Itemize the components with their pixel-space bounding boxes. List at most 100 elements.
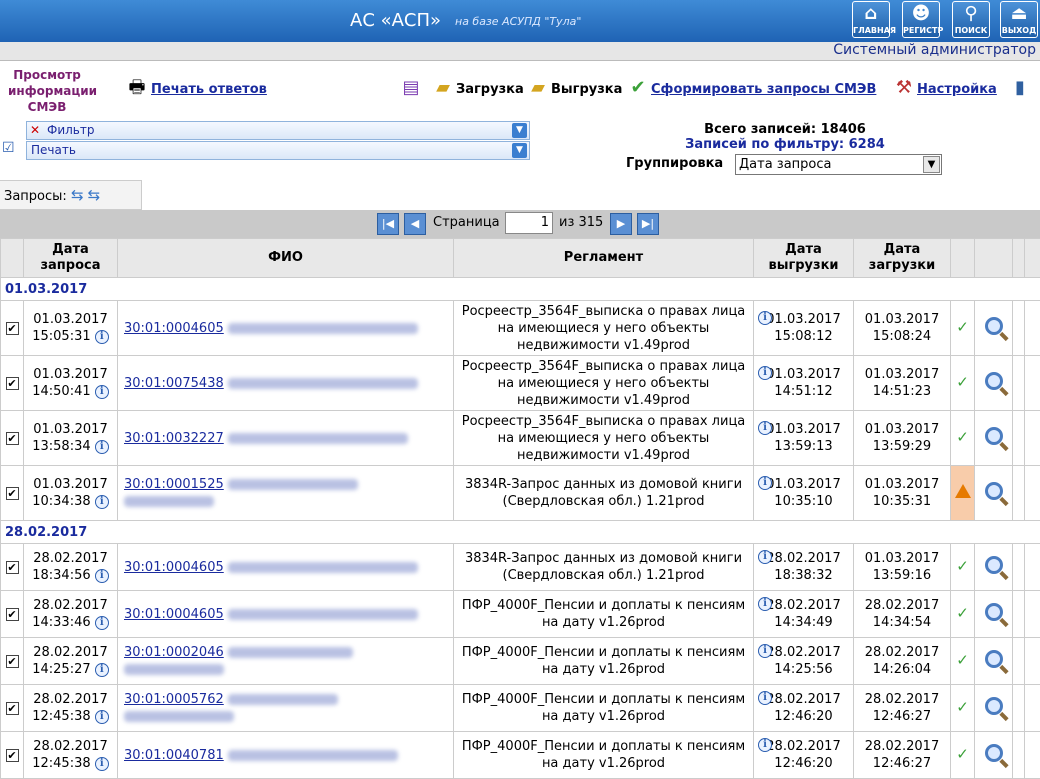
person-link[interactable]: 30:01:0040781 bbox=[124, 748, 224, 763]
info-icon[interactable]: i bbox=[758, 644, 772, 658]
person-link[interactable]: 30:01:0004605 bbox=[124, 560, 224, 575]
magnifier-icon[interactable] bbox=[985, 556, 1003, 574]
table-row[interactable]: ✔28.02.201718:34:56 i30:01:0004605 3834R… bbox=[1, 544, 1040, 591]
person-link[interactable]: 30:01:0002046 bbox=[124, 645, 224, 660]
form-requests-link[interactable]: Сформировать запросы СМЭВ bbox=[651, 82, 876, 97]
person-link[interactable]: 30:01:0075438 bbox=[124, 376, 224, 391]
person-link[interactable]: 30:01:0004605 bbox=[124, 321, 224, 336]
info-icon[interactable]: i bbox=[95, 385, 109, 399]
table-row[interactable]: ✔01.03.201710:34:38 i30:01:0001525 3834R… bbox=[1, 466, 1040, 521]
printer-icon[interactable]: 🖶 bbox=[126, 77, 148, 99]
row-checkbox[interactable]: ✔ bbox=[6, 487, 19, 500]
request-time: 18:34:56 bbox=[32, 568, 90, 583]
magnifier-icon[interactable] bbox=[985, 482, 1003, 500]
chevron-down-icon[interactable]: ▼ bbox=[512, 123, 527, 138]
upload-button[interactable]: Загрузка bbox=[456, 82, 524, 97]
info-icon[interactable]: i bbox=[758, 691, 772, 705]
col-fio[interactable]: ФИО bbox=[118, 239, 454, 278]
search-icon: ⚲ bbox=[953, 2, 989, 26]
magnifier-icon[interactable] bbox=[985, 744, 1003, 762]
col-export-date[interactable]: Дата выгрузки bbox=[754, 239, 854, 278]
home-button[interactable]: ⌂ГЛАВНАЯ bbox=[852, 1, 890, 38]
print-answers-link[interactable]: Печать ответов bbox=[151, 82, 267, 97]
clear-filter-icon[interactable]: ✕ bbox=[30, 122, 40, 139]
info-icon[interactable]: i bbox=[95, 616, 109, 630]
archive-icon[interactable]: ▤ bbox=[400, 77, 422, 99]
last-page-button[interactable]: ▶| bbox=[637, 213, 659, 235]
magnifier-icon[interactable] bbox=[985, 650, 1003, 668]
print-dropdown[interactable]: Печать ▼ bbox=[26, 141, 530, 160]
send-request-icon[interactable]: ⇆ bbox=[71, 186, 84, 204]
table-row[interactable]: ✔28.02.201714:33:46 i30:01:0004605 ПФР_4… bbox=[1, 591, 1040, 638]
magnifier-icon[interactable] bbox=[985, 372, 1003, 390]
redacted-name bbox=[228, 479, 358, 490]
page-input[interactable]: 1 bbox=[505, 212, 553, 234]
exit-door-icon[interactable]: ▮ bbox=[1009, 77, 1031, 99]
info-icon[interactable]: i bbox=[758, 550, 772, 564]
exit-button[interactable]: ⏏ВЫХОД bbox=[1000, 1, 1038, 38]
info-icon[interactable]: i bbox=[758, 597, 772, 611]
info-icon[interactable]: i bbox=[95, 440, 109, 454]
person-link[interactable]: 30:01:0032227 bbox=[124, 431, 224, 446]
chevron-down-icon[interactable]: ▼ bbox=[923, 156, 940, 173]
table-row[interactable]: ✔01.03.201715:05:31 i30:01:0004605 Росре… bbox=[1, 301, 1040, 356]
magnifier-icon[interactable] bbox=[985, 317, 1003, 335]
table-row[interactable]: ✔28.02.201714:25:27 i30:01:0002046 ПФР_4… bbox=[1, 638, 1040, 685]
row-checkbox[interactable]: ✔ bbox=[6, 322, 19, 335]
filter-dropdown[interactable]: ✕ Фильтр ▼ bbox=[26, 121, 530, 140]
prev-page-button[interactable]: ◀ bbox=[404, 213, 426, 235]
table-row[interactable]: ✔28.02.201712:45:38 i30:01:0040781 ПФР_4… bbox=[1, 732, 1040, 779]
info-icon[interactable]: i bbox=[758, 476, 772, 490]
request-date: 01.03.2017 bbox=[24, 366, 117, 383]
info-icon[interactable]: i bbox=[95, 757, 109, 771]
row-checkbox[interactable]: ✔ bbox=[6, 608, 19, 621]
col-import-date[interactable]: Дата загрузки bbox=[854, 239, 951, 278]
regulation-cell: 3834R-Запрос данных из домовой книги (Св… bbox=[454, 466, 754, 521]
person-link[interactable]: 30:01:0001525 bbox=[124, 477, 224, 492]
row-checkbox[interactable]: ✔ bbox=[6, 561, 19, 574]
table-row[interactable]: ✔01.03.201714:50:41 i30:01:0075438 Росре… bbox=[1, 356, 1040, 411]
chevron-down-icon[interactable]: ▼ bbox=[512, 143, 527, 158]
exit-icon: ⏏ bbox=[1001, 2, 1037, 26]
info-icon[interactable]: i bbox=[758, 311, 772, 325]
magnifier-icon[interactable] bbox=[985, 603, 1003, 621]
magnifier-icon[interactable] bbox=[985, 697, 1003, 715]
col-regulation[interactable]: Регламент bbox=[454, 239, 754, 278]
group-header-row: 28.02.2017 bbox=[1, 521, 1040, 544]
grouping-select[interactable]: Дата запроса ▼ bbox=[735, 154, 942, 175]
table-row[interactable]: ✔01.03.201713:58:34 i30:01:0032227 Росре… bbox=[1, 411, 1040, 466]
info-icon[interactable]: i bbox=[95, 495, 109, 509]
search-button[interactable]: ⚲ПОИСК bbox=[952, 1, 990, 38]
info-icon[interactable]: i bbox=[95, 330, 109, 344]
info-icon[interactable]: i bbox=[758, 366, 772, 380]
settings-link[interactable]: Настройка bbox=[917, 82, 997, 97]
info-icon[interactable]: i bbox=[758, 738, 772, 752]
import-time: 14:34:54 bbox=[854, 614, 950, 631]
check-all-icon[interactable]: ☑ bbox=[2, 140, 15, 156]
row-checkbox[interactable]: ✔ bbox=[6, 377, 19, 390]
info-icon[interactable]: i bbox=[95, 710, 109, 724]
export-time: 14:25:56 bbox=[754, 661, 853, 678]
row-checkbox[interactable]: ✔ bbox=[6, 655, 19, 668]
upload-folder-icon[interactable]: ▰ bbox=[432, 77, 454, 99]
redacted-name bbox=[228, 609, 418, 620]
receive-request-icon[interactable]: ⇆ bbox=[88, 186, 101, 204]
next-page-button[interactable]: ▶ bbox=[610, 213, 632, 235]
info-icon[interactable]: i bbox=[95, 663, 109, 677]
table-row[interactable]: ✔28.02.201712:45:38 i30:01:0005762 ПФР_4… bbox=[1, 685, 1040, 732]
row-checkbox[interactable]: ✔ bbox=[6, 702, 19, 715]
info-icon[interactable]: i bbox=[95, 569, 109, 583]
row-checkbox[interactable]: ✔ bbox=[6, 749, 19, 762]
download-button[interactable]: Выгрузка bbox=[551, 82, 622, 97]
export-time: 14:51:12 bbox=[754, 383, 853, 400]
person-link[interactable]: 30:01:0005762 bbox=[124, 692, 224, 707]
person-link[interactable]: 30:01:0004605 bbox=[124, 607, 224, 622]
register-button[interactable]: ☻РЕГИСТР bbox=[902, 1, 940, 38]
first-page-button[interactable]: |◀ bbox=[377, 213, 399, 235]
row-checkbox[interactable]: ✔ bbox=[6, 432, 19, 445]
download-folder-icon[interactable]: ▰ bbox=[527, 77, 549, 99]
requests-tab[interactable]: Запросы: ⇆ ⇆ bbox=[0, 180, 142, 210]
magnifier-icon[interactable] bbox=[985, 427, 1003, 445]
col-request-date[interactable]: Дата запроса bbox=[24, 239, 118, 278]
info-icon[interactable]: i bbox=[758, 421, 772, 435]
